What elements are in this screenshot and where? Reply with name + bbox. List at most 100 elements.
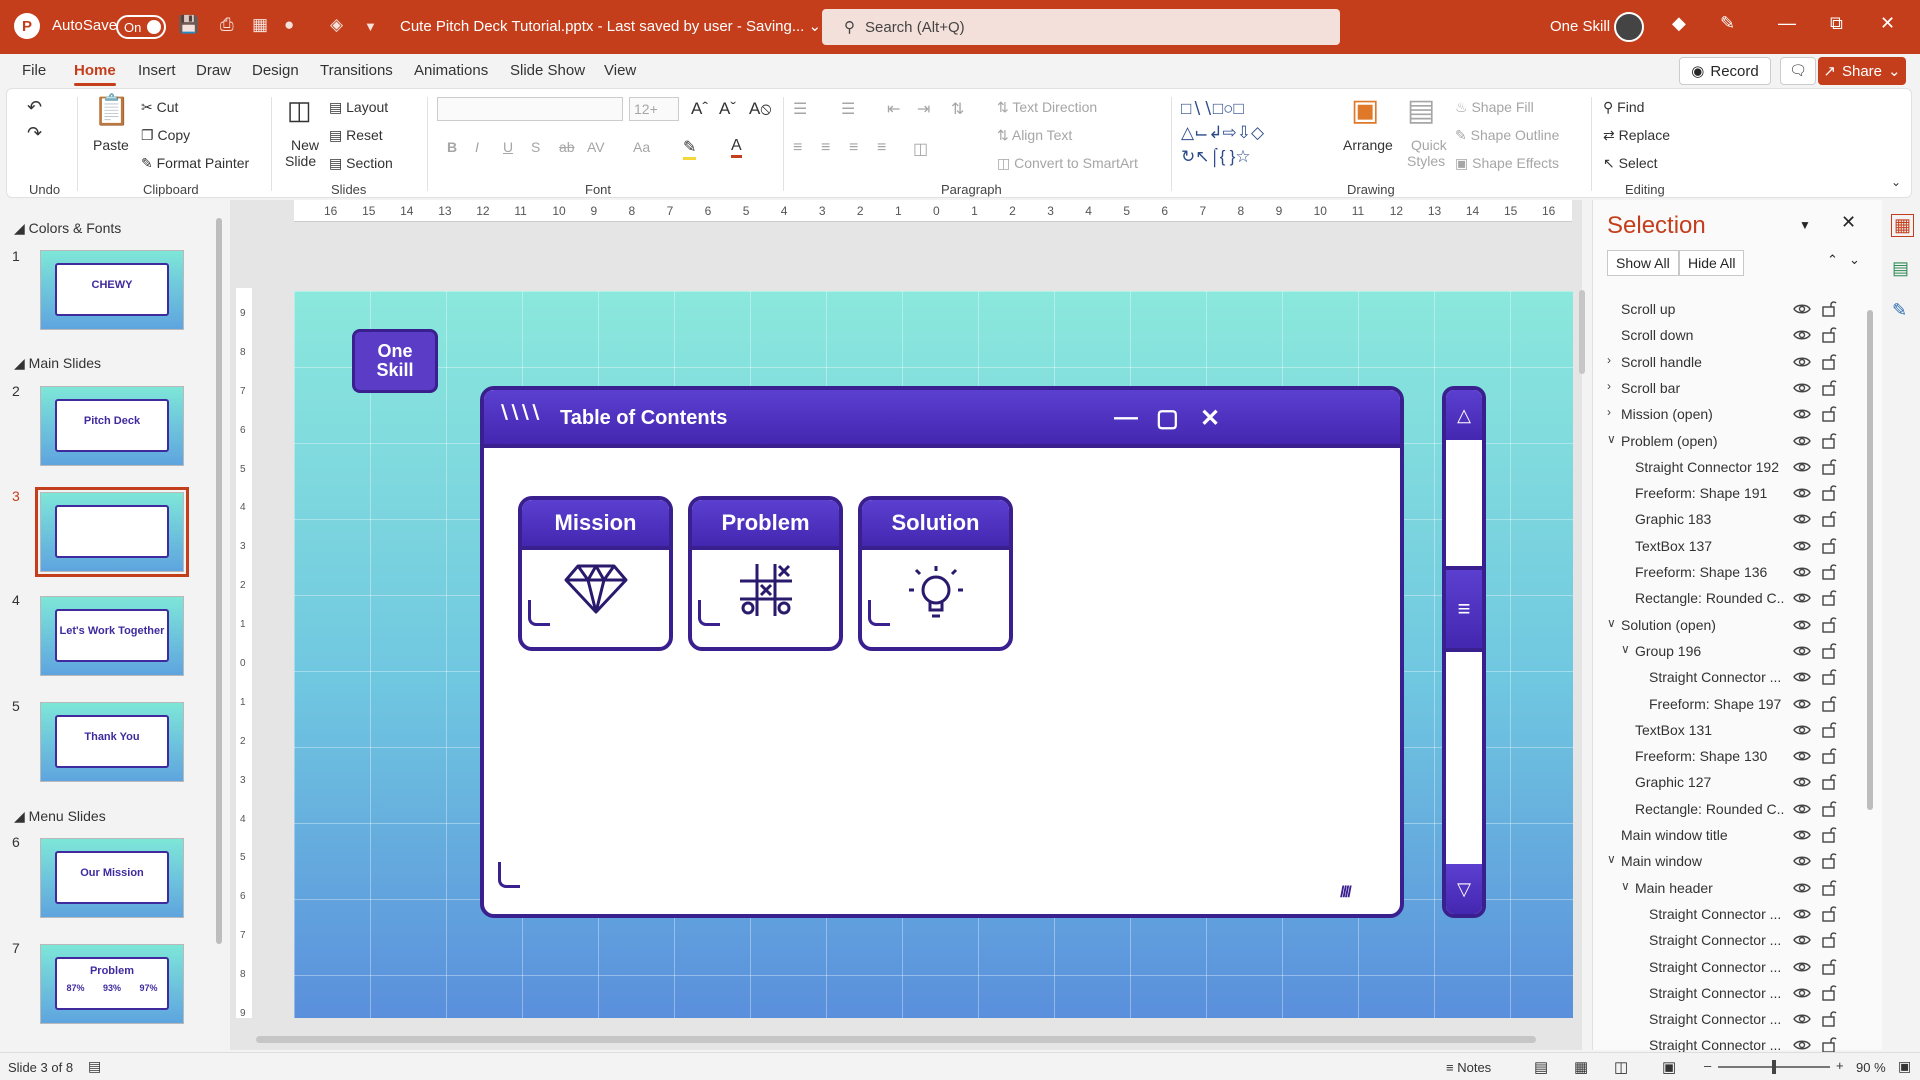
shape-fill-button[interactable]: ♨ Shape Fill <box>1455 99 1534 116</box>
search-box[interactable]: ⚲ Search (Alt+Q) <box>822 9 1340 45</box>
maximize-icon[interactable]: ▢ <box>1156 404 1179 433</box>
numbering-icon[interactable]: ☰ <box>841 99 855 119</box>
zoom-level[interactable]: 90 % <box>1856 1060 1886 1075</box>
font-color-icon[interactable]: A <box>731 137 742 158</box>
normal-view-icon[interactable]: ▤ <box>1534 1058 1548 1076</box>
eye-icon[interactable] <box>1793 852 1811 870</box>
section-main-slides[interactable]: ◢ Main Slides <box>14 355 101 372</box>
eye-icon[interactable] <box>1793 300 1811 318</box>
underline-icon[interactable]: U <box>503 139 513 155</box>
customize-qat-icon[interactable]: ▼ <box>364 19 377 34</box>
scroll-handle-icon[interactable]: ≡ <box>1446 566 1482 652</box>
selection-item[interactable]: Scroll up <box>1593 296 1863 322</box>
selection-item[interactable]: ∨ Solution (open) <box>1593 612 1863 638</box>
selection-item[interactable]: ∨ Group 196 <box>1593 638 1863 664</box>
bold-icon[interactable]: B <box>447 139 457 155</box>
slideshow-icon[interactable]: ▣ <box>1662 1058 1676 1076</box>
unlock-icon[interactable] <box>1821 799 1837 817</box>
eye-icon[interactable] <box>1793 695 1811 713</box>
eye-icon[interactable] <box>1793 905 1811 923</box>
scroll-down-icon[interactable]: ▽ <box>1446 864 1482 914</box>
unlock-icon[interactable] <box>1821 746 1837 764</box>
selection-item[interactable]: Freeform: Shape 191 <box>1593 480 1863 506</box>
main-window-title[interactable]: Table of Contents <box>560 407 727 430</box>
line-spacing-icon[interactable]: ⇅ <box>951 99 964 119</box>
mission-card[interactable]: Mission <box>518 496 673 651</box>
shape-effects-button[interactable]: ▣ Shape Effects <box>1455 155 1559 172</box>
one-skill-logo[interactable]: One Skill <box>352 329 438 393</box>
unlock-icon[interactable] <box>1821 825 1837 843</box>
unlock-icon[interactable] <box>1821 615 1837 633</box>
character-spacing-icon[interactable]: AV <box>587 139 605 155</box>
user-name[interactable]: One Skill <box>1550 18 1610 35</box>
scroll-bar[interactable]: △ ≡ ▽ <box>1442 386 1486 918</box>
chevron-down-icon[interactable]: ∨ <box>1621 879 1630 893</box>
minimize-icon[interactable]: — <box>1778 13 1796 34</box>
send-backward-icon[interactable]: ⌄ <box>1849 252 1860 268</box>
tab-draw[interactable]: Draw <box>196 62 231 79</box>
eye-icon[interactable] <box>1793 326 1811 344</box>
section-button[interactable]: ▤ Section <box>329 155 393 172</box>
unlock-icon[interactable] <box>1821 378 1837 396</box>
tab-home[interactable]: Home <box>74 62 116 86</box>
show-all-button[interactable]: Show All <box>1607 250 1679 276</box>
arrange-icon[interactable]: ▣ <box>1351 93 1379 128</box>
font-size-select[interactable]: 12+ <box>629 97 679 121</box>
main-window[interactable]: ∖∖∖∖ Table of Contents — ▢ ✕ Mission Pro… <box>480 386 1404 918</box>
eye-icon[interactable] <box>1793 484 1811 502</box>
close-pane-icon[interactable]: ✕ <box>1841 212 1856 233</box>
slide-thumbnail-1[interactable]: CHEWY <box>40 250 184 330</box>
new-slide-label-2[interactable]: Slide <box>285 153 316 169</box>
bring-forward-icon[interactable]: ⌃ <box>1827 252 1838 268</box>
slide-thumbnail-6[interactable]: Our Mission <box>40 838 184 918</box>
layout-button[interactable]: ▤ Layout <box>329 99 388 116</box>
paste-button[interactable]: Paste <box>93 137 129 153</box>
eye-icon[interactable] <box>1793 1010 1811 1028</box>
zoom-slider[interactable] <box>1718 1060 1830 1074</box>
clear-format-icon[interactable]: A⦸ <box>749 99 771 119</box>
quick-styles-label-2[interactable]: Styles <box>1407 153 1445 169</box>
eye-icon[interactable] <box>1793 537 1811 555</box>
selection-item[interactable]: › Scroll handle <box>1593 349 1863 375</box>
unlock-icon[interactable] <box>1821 720 1837 738</box>
unlock-icon[interactable] <box>1821 325 1837 343</box>
comments-button[interactable]: 🗨 <box>1780 57 1816 85</box>
unlock-icon[interactable] <box>1821 930 1837 948</box>
eye-icon[interactable] <box>1793 642 1811 660</box>
unlock-icon[interactable] <box>1821 772 1837 791</box>
scroll-thumb[interactable] <box>1579 290 1585 374</box>
diamond-premium-icon[interactable]: ◆ <box>1672 13 1686 34</box>
eye-icon[interactable] <box>1793 510 1811 528</box>
text-direction-button[interactable]: ⇅ Text Direction <box>997 99 1097 116</box>
selection-item[interactable]: ∨ Main header <box>1593 875 1863 901</box>
slide-thumbnail-4[interactable]: Let's Work Together <box>40 596 184 676</box>
columns-icon[interactable]: ◫ <box>913 139 928 159</box>
selection-item[interactable]: Freeform: Shape 136 <box>1593 559 1863 585</box>
selection-item[interactable]: Straight Connector 192 <box>1593 454 1863 480</box>
slide-thumbnail-7[interactable]: Problem 87% 93% 97% <box>40 944 184 1024</box>
section-menu-slides[interactable]: ◢ Menu Slides <box>14 808 106 825</box>
quick-styles-label-1[interactable]: Quick <box>1411 137 1447 153</box>
eye-icon[interactable] <box>1793 432 1811 450</box>
eye-icon[interactable] <box>1793 589 1811 607</box>
tab-transitions[interactable]: Transitions <box>320 62 393 79</box>
tab-view[interactable]: View <box>604 62 636 79</box>
selection-item[interactable]: ∨ Problem (open) <box>1593 428 1863 454</box>
designer-icon[interactable]: ✎ <box>1892 300 1907 321</box>
selection-item[interactable]: Straight Connector ... <box>1593 901 1863 927</box>
chevron-right-icon[interactable]: › <box>1607 353 1611 367</box>
save-icon[interactable]: 💾 <box>178 15 199 35</box>
selection-item[interactable]: Main window title <box>1593 822 1863 848</box>
eye-icon[interactable] <box>1793 405 1811 423</box>
selection-item[interactable]: Straight Connector ... <box>1593 1006 1863 1032</box>
selection-item[interactable]: Straight Connector ... <box>1593 980 1863 1006</box>
tab-insert[interactable]: Insert <box>138 62 176 79</box>
eye-icon[interactable] <box>1793 721 1811 739</box>
unlock-icon[interactable] <box>1821 1035 1837 1054</box>
selection-scrollbar[interactable] <box>1865 294 1875 1024</box>
shadow-icon[interactable]: S <box>531 139 540 155</box>
eye-icon[interactable] <box>1793 379 1811 397</box>
eye-icon[interactable] <box>1793 773 1811 791</box>
unlock-icon[interactable] <box>1821 352 1837 370</box>
zoom-in-icon[interactable]: + <box>1836 1058 1844 1073</box>
